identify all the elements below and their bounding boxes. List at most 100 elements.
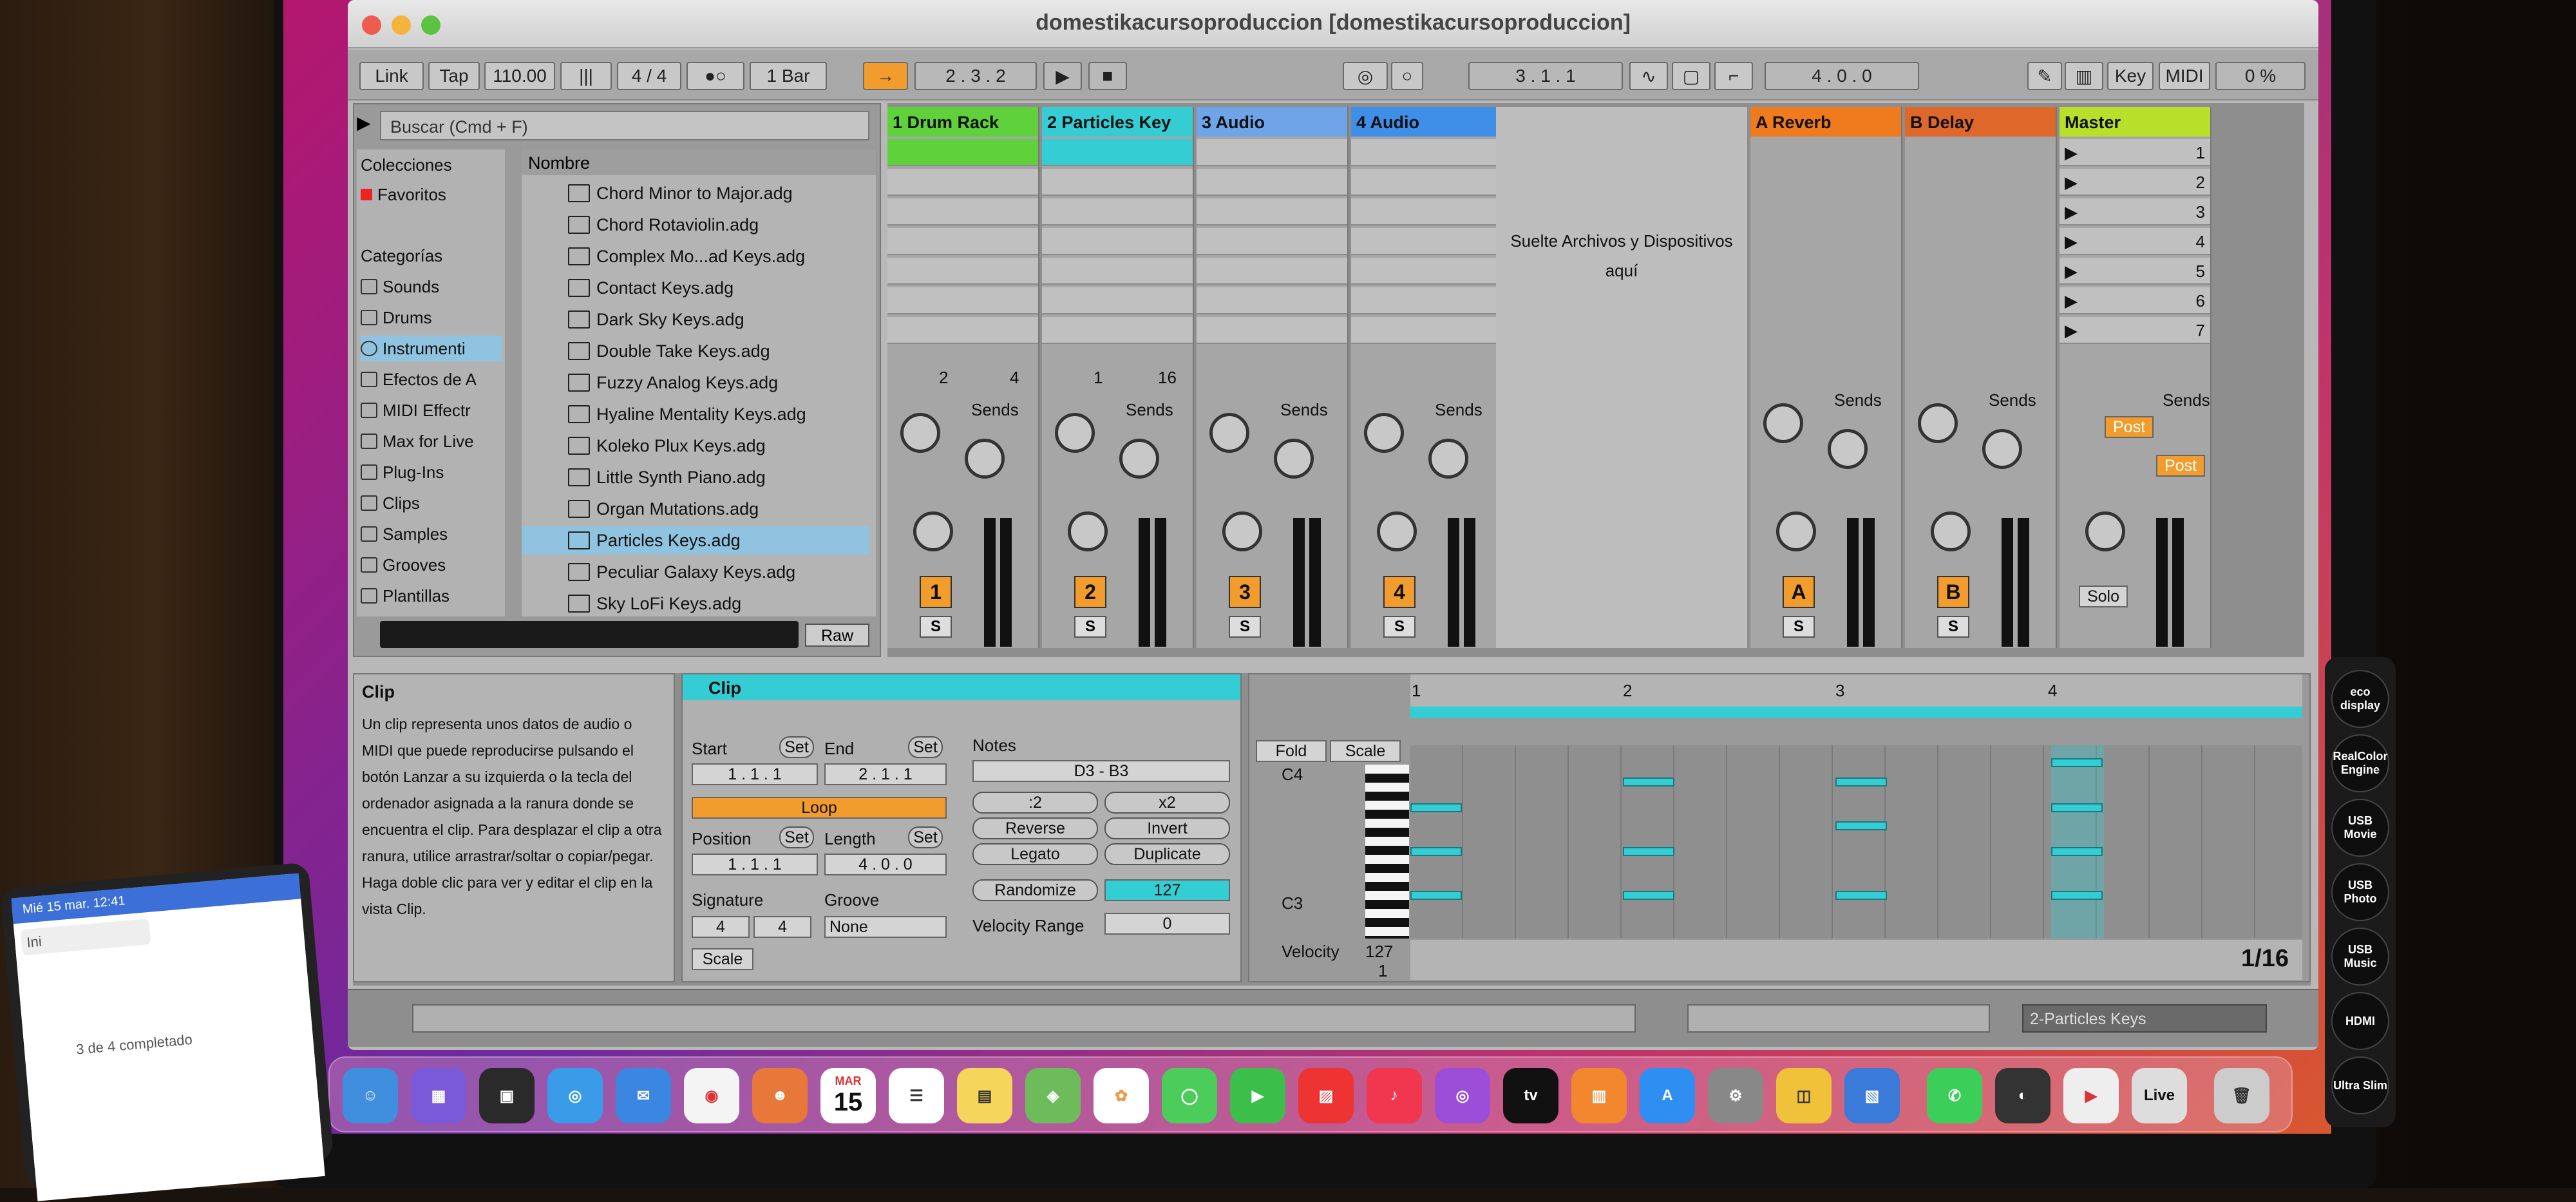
file-item[interactable]: Sky LoFi Keys.adg bbox=[522, 589, 869, 616]
signature-denominator[interactable]: 4 bbox=[753, 916, 811, 938]
clip-slot[interactable] bbox=[1197, 317, 1347, 344]
loop-brace[interactable] bbox=[1410, 707, 2302, 718]
messages-icon[interactable]: ◯ bbox=[1162, 1068, 1217, 1123]
view-switcher[interactable] bbox=[1687, 1004, 1990, 1033]
send-b-knob[interactable] bbox=[1828, 429, 1868, 469]
scene-launch[interactable]: ▶ 5 bbox=[2060, 258, 2210, 285]
music-icon[interactable]: ♪ bbox=[1367, 1068, 1422, 1123]
midi-note[interactable] bbox=[1623, 891, 1674, 900]
clip-slot[interactable] bbox=[1042, 228, 1193, 255]
facetime-icon[interactable]: ▶ bbox=[1230, 1068, 1285, 1123]
fold-button[interactable]: Fold bbox=[1256, 740, 1327, 762]
midi-note[interactable] bbox=[1835, 891, 1887, 900]
clip-slot[interactable] bbox=[887, 258, 1038, 285]
category-max-for-live[interactable]: Max for Live bbox=[361, 428, 502, 454]
file-item[interactable]: Complex Mo...ad Keys.adg bbox=[522, 242, 869, 271]
return-activator[interactable]: B bbox=[1937, 576, 1969, 608]
clip-slot[interactable] bbox=[887, 198, 1038, 225]
file-item[interactable]: Hyaline Mentality Keys.adg bbox=[522, 400, 869, 428]
position-set-button[interactable]: Set bbox=[779, 826, 814, 848]
launchpad-icon[interactable]: ▦ bbox=[411, 1068, 466, 1123]
tap-button[interactable]: Tap bbox=[428, 62, 480, 90]
favoritos-item[interactable]: Favoritos bbox=[361, 182, 502, 207]
clip-slot[interactable] bbox=[1351, 287, 1502, 314]
play-icon[interactable]: ▶ bbox=[1043, 62, 1082, 90]
category-drums[interactable]: Drums bbox=[361, 305, 502, 330]
track-2-header[interactable]: 2 Particles Key bbox=[1042, 107, 1193, 137]
contacts-icon[interactable]: ☻ bbox=[752, 1068, 808, 1123]
invert-button[interactable]: Invert bbox=[1104, 817, 1230, 839]
clip-slot[interactable] bbox=[887, 169, 1038, 196]
raw-button[interactable]: Raw bbox=[805, 624, 869, 647]
app-store-icon[interactable]: A bbox=[1640, 1068, 1695, 1123]
scene-launch[interactable]: ▶ 4 bbox=[2060, 228, 2210, 255]
chrome-icon[interactable]: ◉ bbox=[684, 1068, 739, 1123]
metronome-bars-icon[interactable]: ||| bbox=[560, 62, 612, 90]
clip-slot-playing[interactable] bbox=[887, 139, 1038, 166]
midi-note[interactable] bbox=[2051, 891, 2103, 900]
scene-launch[interactable]: ▶ 6 bbox=[2060, 287, 2210, 314]
metronome-icon[interactable]: ●○ bbox=[687, 62, 744, 90]
track-3-header[interactable]: 3 Audio bbox=[1197, 107, 1347, 137]
tempo-field[interactable]: 110.00 bbox=[484, 62, 555, 90]
return-a-header[interactable]: A Reverb bbox=[1750, 107, 1901, 137]
clip-header[interactable]: Clip bbox=[683, 674, 1240, 700]
velocity-lane[interactable] bbox=[1410, 940, 2302, 980]
half-time-button[interactable]: :2 bbox=[972, 792, 1098, 814]
randomize-amount[interactable]: 127 bbox=[1104, 879, 1230, 901]
whatsapp-icon[interactable]: ✆ bbox=[1927, 1068, 1982, 1123]
length-set-button[interactable]: Set bbox=[908, 826, 943, 848]
books-icon[interactable]: ▥ bbox=[1571, 1068, 1627, 1123]
draw-mode-icon[interactable]: ∿ bbox=[1629, 62, 1668, 90]
name-column-header[interactable]: Nombre bbox=[522, 149, 876, 175]
clip-slot[interactable] bbox=[1197, 169, 1347, 196]
calendar-icon[interactable]: MAR 15 bbox=[820, 1068, 876, 1123]
track-4-header[interactable]: 4 Audio bbox=[1351, 107, 1502, 137]
file-item[interactable]: Dark Sky Keys.adg bbox=[522, 305, 869, 334]
double-time-button[interactable]: x2 bbox=[1104, 792, 1230, 814]
pan-knob[interactable] bbox=[1377, 511, 1417, 551]
midi-note[interactable] bbox=[2051, 847, 2103, 856]
return-b-header[interactable]: B Delay bbox=[1905, 107, 2056, 137]
file-item-selected[interactable]: Particles Keys.adg bbox=[522, 526, 869, 555]
end-field[interactable]: 2 . 1 . 1 bbox=[824, 763, 947, 785]
track-activator[interactable]: 1 bbox=[920, 576, 952, 608]
signature-numerator[interactable]: 4 bbox=[692, 916, 750, 938]
mission-control-icon[interactable]: ▣ bbox=[479, 1068, 535, 1123]
solo-button[interactable]: S bbox=[920, 616, 952, 638]
start-set-button[interactable]: Set bbox=[779, 736, 814, 758]
midi-note[interactable] bbox=[1835, 777, 1887, 787]
clip-slot[interactable] bbox=[1042, 317, 1193, 344]
midi-note[interactable] bbox=[1410, 891, 1462, 900]
timeline-ruler[interactable]: 1 2 3 4 bbox=[1410, 674, 2302, 707]
clip-slot[interactable] bbox=[1197, 287, 1347, 314]
master-header[interactable]: Master bbox=[2060, 107, 2210, 137]
length-field[interactable]: 4 . 0 . 0 bbox=[824, 854, 947, 875]
category-plugins[interactable]: Plug-Ins bbox=[361, 459, 502, 485]
note-grid[interactable] bbox=[1410, 745, 2302, 939]
clip-slot[interactable] bbox=[1351, 198, 1502, 225]
file-item[interactable]: Chord Minor to Major.adg bbox=[522, 179, 869, 207]
send-b-knob[interactable] bbox=[1982, 429, 2022, 469]
send-b-knob[interactable] bbox=[1119, 439, 1159, 479]
velocity-range-field[interactable]: 0 bbox=[1104, 913, 1230, 935]
ableton-icon[interactable]: ◫ bbox=[1776, 1068, 1832, 1123]
file-item[interactable]: Fuzzy Analog Keys.adg bbox=[522, 368, 869, 397]
midi-note[interactable] bbox=[1623, 777, 1674, 787]
clip-slot[interactable] bbox=[1351, 228, 1502, 255]
browser-tab[interactable]: Ini bbox=[20, 919, 151, 956]
clip-slot[interactable] bbox=[887, 317, 1038, 344]
clip-slot[interactable] bbox=[1351, 139, 1502, 166]
pan-knob[interactable] bbox=[1776, 511, 1816, 551]
mail-icon[interactable]: ✉ bbox=[616, 1068, 671, 1123]
trash-icon[interactable]: 🗑 bbox=[2214, 1068, 2269, 1123]
category-samples[interactable]: Samples bbox=[361, 521, 502, 547]
clip-slot[interactable] bbox=[1351, 317, 1502, 344]
reverse-button[interactable]: Reverse bbox=[972, 817, 1098, 839]
maps-icon[interactable]: ◈ bbox=[1025, 1068, 1081, 1123]
punch-out-icon[interactable]: ⌐ bbox=[1714, 62, 1753, 90]
file-item[interactable]: Contact Keys.adg bbox=[522, 274, 869, 302]
category-sounds[interactable]: Sounds bbox=[361, 274, 502, 300]
file-item[interactable]: Organ Mutations.adg bbox=[522, 495, 869, 523]
podcasts-icon[interactable]: ◎ bbox=[1435, 1068, 1490, 1123]
